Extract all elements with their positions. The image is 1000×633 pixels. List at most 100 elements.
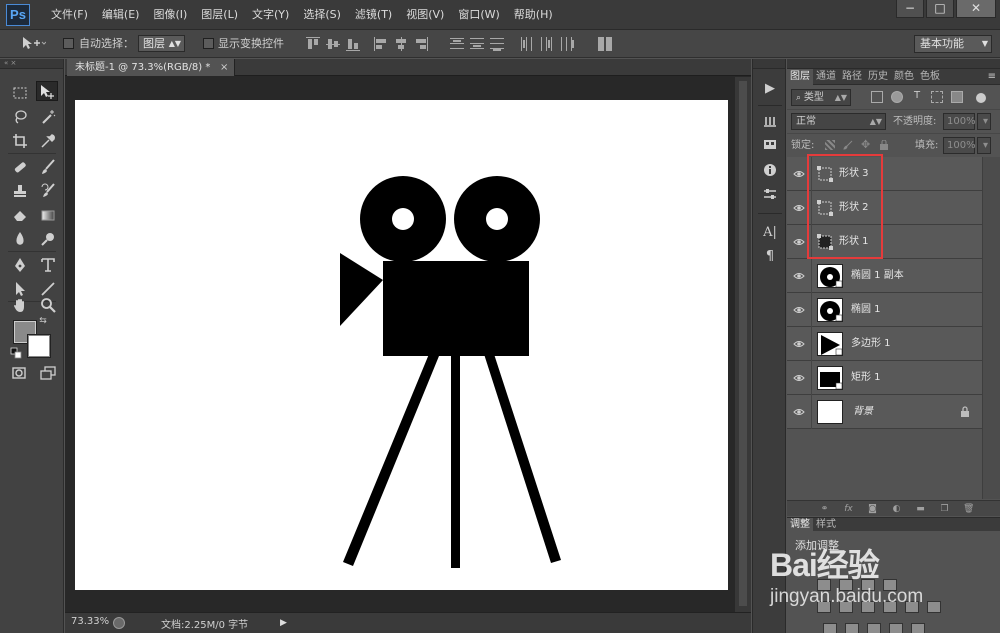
type-tool-icon[interactable] [37,255,59,275]
show-transform-checkbox[interactable] [203,38,214,49]
levels-icon[interactable] [839,579,853,591]
minimize-button[interactable]: − [896,0,924,18]
panel-header[interactable] [787,59,1000,69]
color-balance-icon[interactable] [861,601,875,613]
document-tab[interactable]: 未标题-1 @ 73.3%(RGB/8) * × [67,59,236,76]
panel-menu-icon[interactable]: ≡ [988,69,996,85]
distribute-vcenter-icon[interactable] [470,37,484,51]
opacity-input[interactable]: 100% [943,113,976,130]
fill-input[interactable]: 100% [943,137,976,154]
canvas-viewport[interactable] [65,77,735,612]
link-layers-icon[interactable]: ⚭ [819,504,830,514]
curves-icon[interactable] [861,579,875,591]
align-left-icon[interactable] [374,37,388,51]
menu-select[interactable]: 选择(S) [296,0,348,30]
tab-swatches[interactable]: 色板 [917,69,943,85]
pen-tool-icon[interactable] [9,255,31,275]
threshold-icon[interactable] [867,623,881,633]
vector-mask-thumbnail-icon[interactable] [817,200,833,216]
layer-row[interactable]: 椭圆 1 [787,293,982,327]
zoom-level[interactable]: 73.33% [71,616,109,627]
lock-icon[interactable] [960,406,970,417]
lock-brush-icon[interactable] [843,140,853,150]
tab-styles[interactable]: 样式 [813,518,839,532]
default-colors-icon[interactable] [10,345,22,359]
filter-adjustment-icon[interactable] [891,91,903,103]
exposure-icon[interactable] [883,579,897,591]
paragraph-icon[interactable]: ¶ [760,247,780,267]
adjustment-layer-icon[interactable]: ◐ [891,504,902,514]
dodge-tool-icon[interactable] [37,229,59,249]
layer-name[interactable]: 形状 3 [839,167,869,181]
layers-scrollbar[interactable] [982,157,1000,499]
fx-icon[interactable]: fx [843,504,854,514]
workspace-dropdown[interactable]: 基本功能 ▼ [914,35,992,53]
canvas-vertical-scrollbar[interactable] [735,77,751,612]
character-icon[interactable]: A| [760,223,780,243]
menu-layer[interactable]: 图层(L) [194,0,245,30]
brush-tool-icon[interactable] [37,157,59,177]
lock-transparent-icon[interactable] [825,140,835,150]
visibility-eye-icon[interactable] [793,270,805,282]
strip-header[interactable] [753,59,785,69]
filter-smart-object-icon[interactable] [951,91,963,103]
layer-name[interactable]: 椭圆 1 [851,303,881,317]
auto-align-icon[interactable] [598,37,612,51]
status-info-icon[interactable] [113,617,125,629]
layer-row[interactable]: 椭圆 1 副本 [787,259,982,293]
fill-dropdown-icon[interactable]: ▾ [977,137,991,154]
tab-adjustments[interactable]: 调整 [787,518,813,532]
move-tool-icon[interactable] [36,81,58,101]
filter-pixel-icon[interactable] [871,91,883,103]
distribute-hcenter-icon[interactable] [540,37,554,51]
visibility-eye-icon[interactable] [793,168,805,180]
menu-help[interactable]: 帮助(H) [507,0,560,30]
magic-wand-icon[interactable] [37,107,59,127]
actions-play-icon[interactable]: ▶ [760,79,780,99]
channel-mixer-icon[interactable] [927,601,941,613]
history-brush-icon[interactable] [37,181,59,201]
crop-tool-icon[interactable] [9,131,31,151]
lock-move-icon[interactable]: ✥ [861,139,871,150]
marquee-tool-icon[interactable] [9,83,31,103]
maximize-button[interactable]: □ [926,0,954,18]
layer-name[interactable]: 背景 [853,405,873,419]
layer-name[interactable]: 多边形 1 [851,337,891,351]
menu-edit[interactable]: 编辑(E) [95,0,147,30]
background-color-swatch[interactable] [27,334,51,358]
zoom-tool-icon[interactable] [37,295,59,315]
filter-shape-icon[interactable] [931,91,943,103]
layer-row[interactable]: 形状 2 [787,191,982,225]
layer-thumbnail[interactable] [817,298,843,322]
layer-row[interactable]: 形状 3 [787,157,982,191]
black-white-icon[interactable] [883,601,897,613]
move-tool-preset-icon[interactable] [20,35,47,53]
eraser-tool-icon[interactable] [9,205,31,225]
new-layer-icon[interactable]: ❐ [939,504,950,514]
close-tab-icon[interactable]: × [220,59,228,76]
visibility-eye-icon[interactable] [793,372,805,384]
layer-row[interactable]: 背景 [787,395,982,429]
distribute-top-icon[interactable] [450,37,464,51]
brightness-icon[interactable] [817,579,831,591]
delete-layer-icon[interactable]: 🗑 [963,504,974,514]
menu-image[interactable]: 图像(I) [146,0,194,30]
layer-thumbnail[interactable] [817,332,843,356]
menu-view[interactable]: 视图(V) [399,0,451,30]
tab-channels[interactable]: 通道 [813,69,839,85]
healing-brush-icon[interactable] [9,157,31,177]
layer-name[interactable]: 形状 1 [839,235,869,249]
layer-thumbnail[interactable] [817,400,843,424]
layer-row[interactable]: 矩形 1 [787,361,982,395]
close-button[interactable]: ✕ [956,0,996,18]
layer-name[interactable]: 形状 2 [839,201,869,215]
photo-filter-icon[interactable] [905,601,919,613]
status-menu-arrow-icon[interactable]: ▶ [280,616,290,630]
blur-tool-icon[interactable] [9,229,31,249]
visibility-eye-icon[interactable] [793,304,805,316]
tab-layers[interactable]: 图层 [787,69,813,85]
layer-thumbnail[interactable] [817,366,843,390]
posterize-icon[interactable] [845,623,859,633]
brush-presets-icon[interactable] [760,137,780,157]
align-bottom-icon[interactable] [346,37,360,51]
